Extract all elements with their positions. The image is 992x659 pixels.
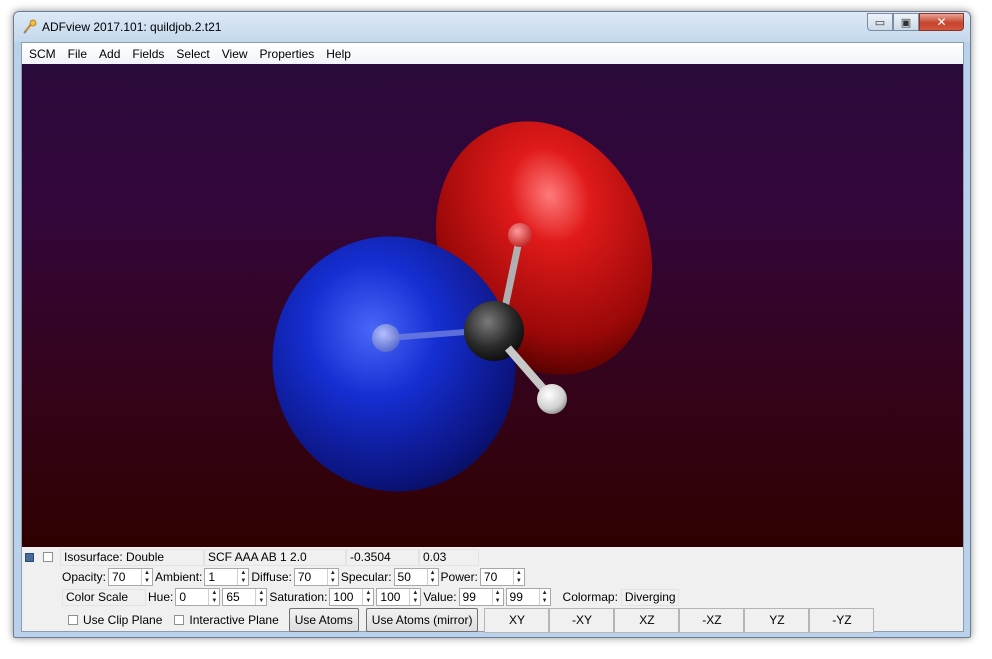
menu-fields[interactable]: Fields	[126, 44, 170, 64]
view-yz-button[interactable]: YZ	[744, 607, 810, 633]
specular-label: Specular:	[340, 570, 392, 584]
3d-viewport[interactable]	[22, 64, 963, 547]
adfview-app-icon	[23, 19, 37, 34]
window-title: ADFview 2017.101: quildjob.2.t21	[42, 20, 222, 34]
diffuse-value: 70	[297, 570, 312, 584]
field-name[interactable]: SCF AAA AB 1 2.0	[204, 548, 346, 566]
hue-min-spinner[interactable]: 0 ▲ ▼	[175, 588, 221, 606]
specular-value: 50	[397, 570, 411, 584]
menu-add[interactable]: Add	[93, 44, 126, 64]
interactive-plane-checkbox[interactable]	[174, 615, 185, 625]
view-xy-button[interactable]: XY	[484, 607, 550, 633]
menu-properties[interactable]: Properties	[254, 44, 321, 64]
opacity-spin-arrows[interactable]: ▲ ▼	[141, 569, 152, 585]
value-label: Value:	[423, 590, 457, 604]
title-bar[interactable]: ADFview 2017.101: quildjob.2.t21 ▭ ▣ ✕	[14, 12, 970, 42]
hydrogen-atom-right	[537, 384, 567, 414]
power-value: 70	[483, 570, 498, 584]
colormap-selector[interactable]: Diverging	[620, 588, 679, 606]
minimize-button[interactable]: ▭	[867, 13, 893, 31]
view-neg-xz-button[interactable]: -XZ	[679, 607, 745, 633]
saturation-max-spinner[interactable]: 100 ▲ ▼	[376, 588, 422, 606]
saturation-label: Saturation:	[269, 590, 328, 604]
isosurface-panel: Isosurface: Double SCF AAA AB 1 2.0 -0.3…	[22, 547, 963, 633]
lighting-row: Opacity: 70 ▲ ▼ Ambient: 1 ▲ ▼ Diffuse: 70…	[62, 567, 525, 587]
oxygen-atom	[508, 223, 532, 247]
color-mode-selector[interactable]: Color Scale	[62, 588, 146, 606]
client-area: SCM File Add Fields Select View Properti…	[21, 42, 964, 633]
ambient-label: Ambient:	[155, 570, 203, 584]
hydrogen-atom-left	[372, 324, 400, 352]
ambient-spinner[interactable]: 1 ▲ ▼	[204, 568, 250, 586]
options-row: Use Clip Plane Interactive Plane Use Ato…	[62, 607, 875, 633]
maximize-button[interactable]: ▣	[893, 13, 919, 31]
opacity-spinner[interactable]: 70 ▲ ▼	[108, 568, 154, 586]
diffuse-spinner[interactable]: 70 ▲ ▼	[293, 568, 339, 586]
specular-spinner[interactable]: 50 ▲ ▼	[393, 568, 439, 586]
opacity-value: 70	[112, 570, 126, 584]
isosurface-type[interactable]: Isosurface: Double	[60, 548, 204, 566]
isosurface-row: Isosurface: Double SCF AAA AB 1 2.0 -0.3…	[22, 547, 479, 567]
value-max-spinner[interactable]: 99 ▲ ▼	[505, 588, 551, 606]
ambient-value: 1	[208, 570, 216, 584]
diffuse-spin-arrows[interactable]: ▲ ▼	[326, 569, 338, 585]
color-row: Color Scale Hue: 0 ▲ ▼ 65 ▲ ▼ Saturation: …	[62, 587, 679, 607]
app-window: ADFview 2017.101: quildjob.2.t21 ▭ ▣ ✕ S…	[13, 11, 971, 638]
hue-max-value: 65	[226, 590, 240, 604]
hue-min-spin-arrows[interactable]: ▲ ▼	[208, 589, 219, 605]
power-label: Power:	[440, 570, 478, 584]
isosurface-checkbox[interactable]	[43, 552, 53, 562]
view-neg-xy-button[interactable]: -XY	[549, 607, 615, 633]
use-atoms-mirror-button[interactable]: Use Atoms (mirror)	[365, 608, 479, 632]
clip-plane-label[interactable]: Use Clip Plane	[83, 613, 162, 627]
power-spin-arrows[interactable]: ▲ ▼	[512, 569, 524, 585]
menu-select[interactable]: Select	[170, 44, 215, 64]
interactive-plane-label[interactable]: Interactive Plane	[189, 613, 278, 627]
specular-spin-arrows[interactable]: ▲ ▼	[426, 569, 438, 585]
value-min-value: 99	[462, 590, 476, 604]
ambient-spin-arrows[interactable]: ▲ ▼	[237, 569, 248, 585]
menu-help[interactable]: Help	[320, 44, 357, 64]
saturation-min-value: 100	[333, 590, 354, 604]
power-spinner[interactable]: 70 ▲ ▼	[479, 568, 525, 586]
saturation-min-spinner[interactable]: 100 ▲ ▼	[329, 588, 375, 606]
use-atoms-button[interactable]: Use Atoms	[288, 608, 359, 632]
value-max-value: 99	[509, 590, 523, 604]
colormap-label: Colormap:	[562, 590, 618, 604]
iso-value-field[interactable]: 0.03	[419, 548, 479, 566]
saturation-max-spin-arrows[interactable]: ▲ ▼	[409, 589, 420, 605]
menu-bar: SCM File Add Fields Select View Properti…	[22, 43, 963, 65]
hue-label: Hue:	[148, 590, 174, 604]
field-value: -0.3504	[346, 548, 419, 566]
value-min-spinner[interactable]: 99 ▲ ▼	[458, 588, 504, 606]
value-min-spin-arrows[interactable]: ▲ ▼	[491, 589, 503, 605]
visibility-indicator[interactable]	[25, 552, 34, 562]
value-max-spin-arrows[interactable]: ▲ ▼	[538, 589, 550, 605]
hue-max-spinner[interactable]: 65 ▲ ▼	[222, 588, 268, 606]
view-neg-yz-button[interactable]: -YZ	[809, 607, 875, 633]
opacity-label: Opacity:	[62, 570, 107, 584]
menu-view[interactable]: View	[216, 44, 254, 64]
view-xz-button[interactable]: XZ	[614, 607, 680, 633]
menu-scm[interactable]: SCM	[22, 44, 62, 64]
molecule-render[interactable]	[22, 64, 963, 547]
menu-file[interactable]: File	[62, 44, 93, 64]
close-button[interactable]: ✕	[919, 13, 964, 31]
window-controls: ▭ ▣ ✕	[867, 13, 964, 32]
hue-max-spin-arrows[interactable]: ▲ ▼	[255, 589, 266, 605]
hue-min-value: 0	[179, 590, 187, 604]
saturation-min-spin-arrows[interactable]: ▲ ▼	[362, 589, 373, 605]
diffuse-label: Diffuse:	[251, 570, 292, 584]
saturation-max-value: 100	[380, 590, 401, 604]
clip-plane-checkbox[interactable]	[68, 615, 78, 625]
